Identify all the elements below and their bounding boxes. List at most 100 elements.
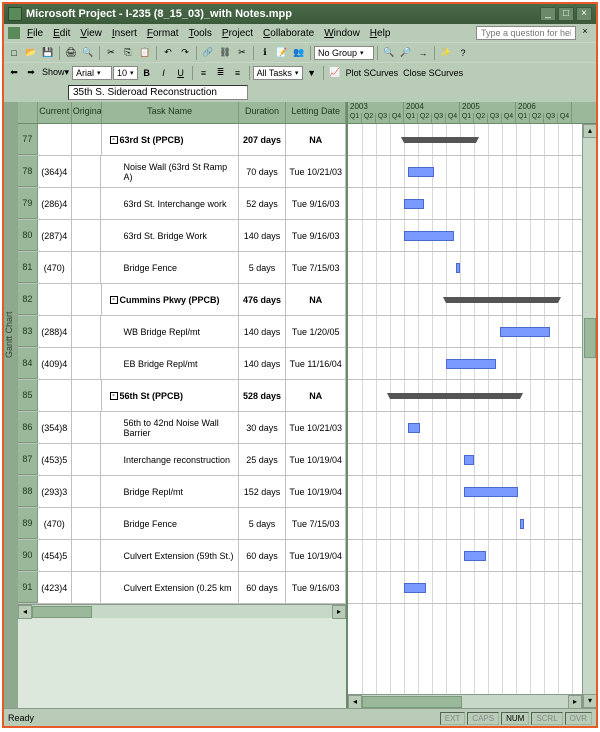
cell-taskname[interactable]: EB Bridge Repl/mt bbox=[101, 348, 238, 379]
gantt-row[interactable] bbox=[348, 220, 596, 252]
cell-letting[interactable]: NA bbox=[286, 284, 346, 315]
minimize-button[interactable]: _ bbox=[540, 7, 556, 21]
cell-letting[interactable]: Tue 9/16/03 bbox=[286, 220, 346, 251]
cell-current[interactable] bbox=[38, 124, 72, 155]
scroll-down-button[interactable]: ▾ bbox=[583, 694, 596, 708]
gantt-row[interactable] bbox=[348, 412, 596, 444]
cell-original[interactable] bbox=[72, 572, 102, 603]
new-button[interactable]: □ bbox=[6, 45, 22, 61]
cell-duration[interactable]: 140 days bbox=[239, 316, 287, 347]
cell-duration[interactable]: 60 days bbox=[239, 572, 287, 603]
bold-button[interactable]: B bbox=[139, 65, 155, 81]
task-bar[interactable] bbox=[404, 231, 454, 241]
cell-letting[interactable]: Tue 10/19/04 bbox=[286, 540, 346, 571]
cell-current[interactable]: (286)4 bbox=[38, 188, 72, 219]
scurve-icon[interactable]: 📈 bbox=[327, 65, 343, 81]
cell-duration[interactable]: 60 days bbox=[239, 540, 287, 571]
cell-current[interactable]: (354)8 bbox=[38, 412, 72, 443]
cell-taskname[interactable]: Culvert Extension (59th St.) bbox=[101, 540, 238, 571]
gantt-row[interactable] bbox=[348, 316, 596, 348]
group-combo[interactable]: No Group bbox=[314, 46, 374, 60]
info-button[interactable]: ℹ bbox=[257, 45, 273, 61]
cell-current[interactable]: (454)5 bbox=[38, 540, 72, 571]
cell-letting[interactable]: Tue 7/15/03 bbox=[286, 252, 346, 283]
cell-letting[interactable]: Tue 10/19/04 bbox=[286, 444, 346, 475]
cell-current[interactable]: (470) bbox=[38, 508, 72, 539]
table-row[interactable]: 82-Cummins Pkwy (PPCB)476 daysNA bbox=[18, 284, 346, 316]
row-number[interactable]: 90 bbox=[18, 540, 38, 571]
cell-taskname[interactable]: Bridge Fence bbox=[101, 252, 238, 283]
gantt-row[interactable] bbox=[348, 380, 596, 412]
summary-bar[interactable] bbox=[390, 393, 520, 399]
close-button[interactable]: × bbox=[576, 7, 592, 21]
gantt-row[interactable] bbox=[348, 572, 596, 604]
outline-toggle-icon[interactable]: - bbox=[110, 392, 118, 400]
duration-header[interactable]: Duration bbox=[239, 102, 287, 123]
table-row[interactable]: 86(354)856th to 42nd Noise Wall Barrier3… bbox=[18, 412, 346, 444]
cell-duration[interactable]: 5 days bbox=[239, 252, 287, 283]
task-bar[interactable] bbox=[446, 359, 496, 369]
cell-current[interactable]: (423)4 bbox=[38, 572, 72, 603]
cell-original[interactable] bbox=[72, 124, 102, 155]
autofilter-button[interactable]: ▼ bbox=[304, 65, 320, 81]
cell-taskname[interactable]: -56th St (PPCB) bbox=[102, 380, 239, 411]
gantt-row[interactable] bbox=[348, 252, 596, 284]
menu-tools[interactable]: Tools bbox=[184, 27, 217, 40]
cell-duration[interactable]: 70 days bbox=[239, 156, 287, 187]
zoom-out-button[interactable]: 🔎 bbox=[398, 45, 414, 61]
menu-window[interactable]: Window bbox=[319, 27, 365, 40]
cell-current[interactable]: (287)4 bbox=[38, 220, 72, 251]
maximize-button[interactable]: □ bbox=[558, 7, 574, 21]
cell-letting[interactable]: Tue 11/16/04 bbox=[286, 348, 346, 379]
cell-taskname[interactable]: Culvert Extension (0.25 km bbox=[101, 572, 238, 603]
cell-taskname[interactable]: Bridge Repl/mt bbox=[101, 476, 238, 507]
gantt-hscroll[interactable]: ◂ ▸ bbox=[348, 694, 582, 708]
gscroll-right-button[interactable]: ▸ bbox=[568, 695, 582, 708]
table-row[interactable]: 88(293)3Bridge Repl/mt152 daysTue 10/19/… bbox=[18, 476, 346, 508]
table-row[interactable]: 90(454)5 Culvert Extension (59th St.)60 d… bbox=[18, 540, 346, 572]
fontsize-combo[interactable]: 10 bbox=[113, 66, 138, 80]
cell-duration[interactable]: 476 days bbox=[239, 284, 287, 315]
preview-button[interactable]: 🔍 bbox=[80, 45, 96, 61]
task-bar[interactable] bbox=[456, 263, 460, 273]
help-search-input[interactable] bbox=[476, 26, 576, 40]
menu-collaborate[interactable]: Collaborate bbox=[258, 27, 319, 40]
menu-format[interactable]: Format bbox=[142, 27, 184, 40]
table-row[interactable]: 87(453)5Interchange reconstruction25 day… bbox=[18, 444, 346, 476]
letting-header[interactable]: Letting Date bbox=[286, 102, 346, 123]
print-button[interactable]: 🖨 bbox=[63, 45, 79, 61]
row-number[interactable]: 87 bbox=[18, 444, 38, 475]
cell-original[interactable] bbox=[72, 252, 102, 283]
cell-duration[interactable]: 140 days bbox=[239, 348, 287, 379]
row-number[interactable]: 79 bbox=[18, 188, 38, 219]
zoom-in-button[interactable]: 🔍 bbox=[381, 45, 397, 61]
cell-taskname[interactable]: Bridge Fence bbox=[101, 508, 238, 539]
cell-letting[interactable]: NA bbox=[286, 124, 346, 155]
view-tab-gantt[interactable]: Gantt Chart bbox=[4, 102, 18, 708]
link-button[interactable]: 🔗 bbox=[200, 45, 216, 61]
row-number[interactable]: 86 bbox=[18, 412, 38, 443]
cell-duration[interactable]: 152 days bbox=[239, 476, 287, 507]
gantt-row[interactable] bbox=[348, 156, 596, 188]
align-left-button[interactable]: ≡ bbox=[196, 65, 212, 81]
task-bar[interactable] bbox=[520, 519, 524, 529]
task-bar[interactable] bbox=[404, 199, 424, 209]
open-button[interactable]: 📂 bbox=[23, 45, 39, 61]
row-number[interactable]: 91 bbox=[18, 572, 38, 603]
task-bar[interactable] bbox=[500, 327, 550, 337]
cell-original[interactable] bbox=[72, 508, 102, 539]
cell-letting[interactable]: NA bbox=[286, 380, 346, 411]
table-row[interactable]: 85-56th St (PPCB)528 daysNA bbox=[18, 380, 346, 412]
cell-original[interactable] bbox=[72, 412, 102, 443]
cell-original[interactable] bbox=[72, 348, 102, 379]
filter-combo[interactable]: All Tasks bbox=[253, 66, 303, 80]
cell-letting[interactable]: Tue 10/21/03 bbox=[286, 156, 346, 187]
outline-toggle-icon[interactable]: - bbox=[110, 296, 118, 304]
table-row[interactable]: 84(409)4EB Bridge Repl/mt140 daysTue 11/… bbox=[18, 348, 346, 380]
cell-duration[interactable]: 30 days bbox=[239, 412, 287, 443]
menu-insert[interactable]: Insert bbox=[107, 27, 142, 40]
row-number[interactable]: 85 bbox=[18, 380, 38, 411]
cell-current[interactable]: (453)5 bbox=[38, 444, 72, 475]
timescale-header[interactable]: 2003200420052006 Q1Q2Q3Q4Q1Q2Q3Q4Q1Q2Q3Q… bbox=[348, 102, 596, 124]
table-row[interactable]: 79(286)463rd St. Interchange work52 days… bbox=[18, 188, 346, 220]
